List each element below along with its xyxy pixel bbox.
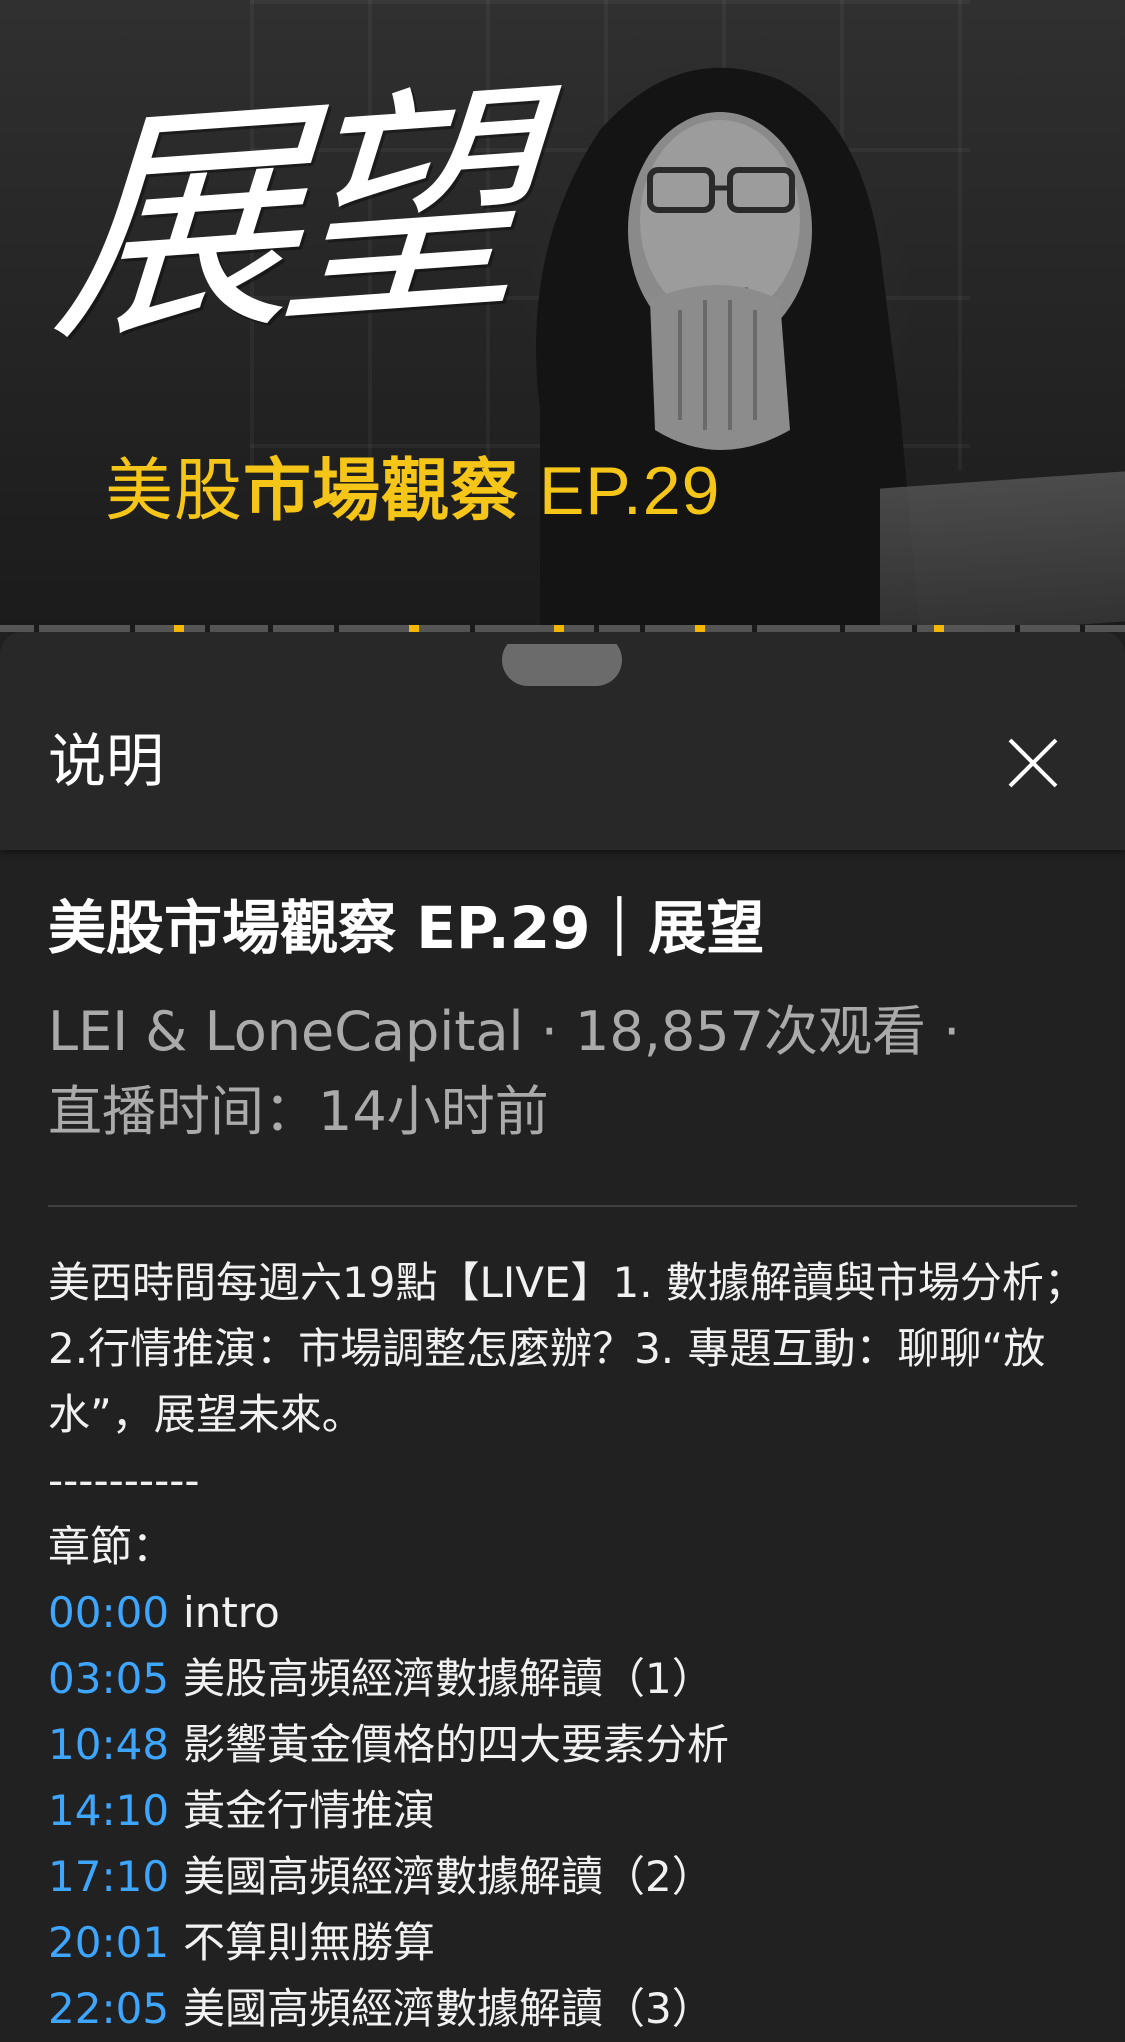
chapter-progress-bar[interactable] [0,625,1125,632]
thumbnail-subtitle-bold: 市場觀察 [243,453,520,529]
chapter-title: 美國高頻經濟數據解讀（3） [183,1984,714,2033]
chapter-timestamp-link[interactable]: 00:00 [48,1588,169,1637]
divider [48,1205,1077,1207]
chapter-item: 20:01 不算則無勝算 [48,1910,1098,1976]
thumbnail-episode: EP.29 [538,453,721,529]
thumbnail-subtitle: 美股市場觀察 EP.29 [105,435,720,534]
chapter-title: 美股高頻經濟數據解讀（1） [183,1654,714,1703]
chapter-timestamp-link[interactable]: 10:48 [48,1720,169,1769]
chapter-title: 影響黃金價格的四大要素分析 [183,1720,730,1769]
chapters-label: 章節： [48,1522,175,1571]
description-separator: ---------- [48,1456,200,1505]
meta-stream-time: 直播时间：14小时前 [48,1080,549,1143]
chapter-gap [1015,625,1020,632]
chapter-timestamp-link[interactable]: 14:10 [48,1786,169,1835]
chapter-gap [205,625,210,632]
chapter-marker [695,625,705,632]
chapter-item: 14:10 黃金行情推演 [48,1778,1098,1844]
description-sheet: 说明 美股市場觀察 EP.29｜展望 LEI & LoneCapital · 1… [0,632,1125,2033]
chapter-item: 17:10 美國高頻經濟數據解讀（2） [48,1844,1098,1910]
chapter-gap [594,625,599,632]
video-player[interactable]: 展望 美股市場觀察 EP.29 [0,0,1125,632]
chapter-marker [174,625,184,632]
chapter-gap [912,625,917,632]
chapter-gap [334,625,339,632]
chapter-gap [130,625,135,632]
chapter-item: 00:00 intro [48,1580,1098,1646]
video-meta: LEI & LoneCapital · 18,857次观看 · 直播时间：14小… [48,992,1078,1152]
chapter-marker [554,625,564,632]
desk [880,471,1125,632]
chapter-gap [640,625,645,632]
thumbnail-subtitle-light: 美股 [105,453,244,529]
chapter-list: 00:00 intro 03:05 美股高頻經濟數據解讀（1） 10:48 影響黃金價… [48,1580,1098,2042]
chapter-gap [268,625,273,632]
chapter-gap [470,625,475,632]
chapter-item: 03:05 美股高頻經濟數據解讀（1） [48,1646,1098,1712]
chapter-title: 黃金行情推演 [183,1786,436,1835]
chapter-gap [1080,625,1085,632]
chapter-timestamp-link[interactable]: 22:05 [48,1984,169,2033]
chapter-item: 22:05 美國高頻經濟數據解讀（3） [48,1976,1098,2042]
chapter-item: 10:48 影響黃金價格的四大要素分析 [48,1712,1098,1778]
close-button[interactable] [1002,732,1064,794]
chapter-title: 不算則無勝算 [183,1918,436,1967]
chapter-marker [409,625,419,632]
chapter-title: 美國高頻經濟數據解讀（2） [183,1852,714,1901]
chapter-timestamp-link[interactable]: 20:01 [48,1918,169,1967]
chapter-timestamp-link[interactable]: 17:10 [48,1852,169,1901]
sheet-title: 说明 [48,727,165,795]
chapter-timestamp-link[interactable]: 03:05 [48,1654,169,1703]
meta-channel-views: LEI & LoneCapital · 18,857次观看 · [48,1000,961,1063]
chapter-gap [840,625,845,632]
description-text: 美西時間每週六19點【LIVE】1. 數據解讀與市場分析；2.行情推演：市場調整… [48,1258,1086,1439]
video-title: 美股市場觀察 EP.29｜展望 [48,894,765,962]
chapter-title: intro [183,1588,280,1637]
chapter-marker [934,625,944,632]
drag-handle[interactable] [502,644,622,686]
thumbnail-title: 展望 [45,58,519,377]
close-icon [1008,738,1058,788]
chapter-gap [34,625,39,632]
sheet-header: 说明 [0,632,1125,850]
chapter-gap [752,625,757,632]
